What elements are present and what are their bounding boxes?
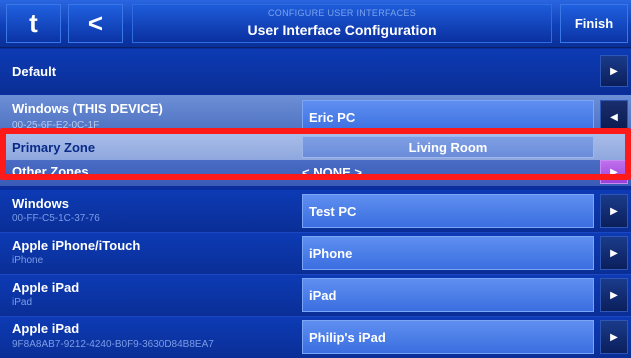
row-label: Windows <box>12 196 69 211</box>
field-value: Philip's iPad <box>309 329 386 345</box>
ui-select-field[interactable]: Test PC <box>302 194 594 228</box>
arrow-right-icon[interactable]: ▶ <box>600 236 628 270</box>
page-subtitle: CONFIGURE USER INTERFACES <box>267 8 416 18</box>
row-label: Windows (THIS DEVICE) <box>12 101 163 116</box>
row-ipad[interactable]: Apple iPad iPad iPad ▶ <box>0 275 631 316</box>
row-sublabel: 00-FF-C5-1C-37-76 <box>12 213 100 224</box>
ui-select-field[interactable]: iPhone <box>302 236 594 270</box>
row-philips-ipad[interactable]: Apple iPad 9F8A8AB7-9212-4240-B0F9-3630D… <box>0 317 631 358</box>
field-value: iPad <box>309 287 337 303</box>
finish-label: Finish <box>574 16 614 31</box>
row-label: Apple iPad <box>12 321 80 336</box>
row-sublabel: 9F8A8AB7-9212-4240-B0F9-3630D84B8EA7 <box>12 339 214 350</box>
ui-select-field[interactable]: iPad <box>302 278 594 312</box>
back-icon: < <box>87 8 104 38</box>
highlight-frame <box>0 128 631 180</box>
home-icon: t <box>29 8 38 38</box>
row-label: Apple iPhone/iTouch <box>12 238 141 253</box>
home-button[interactable]: t <box>6 4 61 43</box>
row-sublabel: iPad <box>12 297 33 308</box>
arrow-right-icon[interactable]: ▶ <box>600 55 628 87</box>
field-value: iPhone <box>309 245 353 261</box>
field-value: Eric PC <box>309 109 356 125</box>
page-title: User Interface Configuration <box>247 22 437 38</box>
field-value: Test PC <box>309 203 357 219</box>
arrow-right-icon[interactable]: ▶ <box>600 278 628 312</box>
row-windows-test[interactable]: Windows 00-FF-C5-1C-37-76 Test PC ▶ <box>0 190 631 232</box>
row-default[interactable]: Default ▶ <box>0 49 631 93</box>
arrow-right-icon[interactable]: ▶ <box>600 320 628 354</box>
row-label: Default <box>12 64 57 79</box>
back-button[interactable]: < <box>68 4 123 43</box>
arrow-right-icon[interactable]: ▶ <box>600 194 628 228</box>
finish-button[interactable]: Finish <box>560 4 628 43</box>
header-bar: t < CONFIGURE USER INTERFACES User Inter… <box>0 0 631 48</box>
row-iphone[interactable]: Apple iPhone/iTouch iPhone iPhone ▶ <box>0 233 631 274</box>
row-label: Apple iPad <box>12 280 80 295</box>
ui-select-field[interactable]: Philip's iPad <box>302 320 594 354</box>
title-box: CONFIGURE USER INTERFACES User Interface… <box>132 4 552 43</box>
row-sublabel: iPhone <box>12 255 44 266</box>
